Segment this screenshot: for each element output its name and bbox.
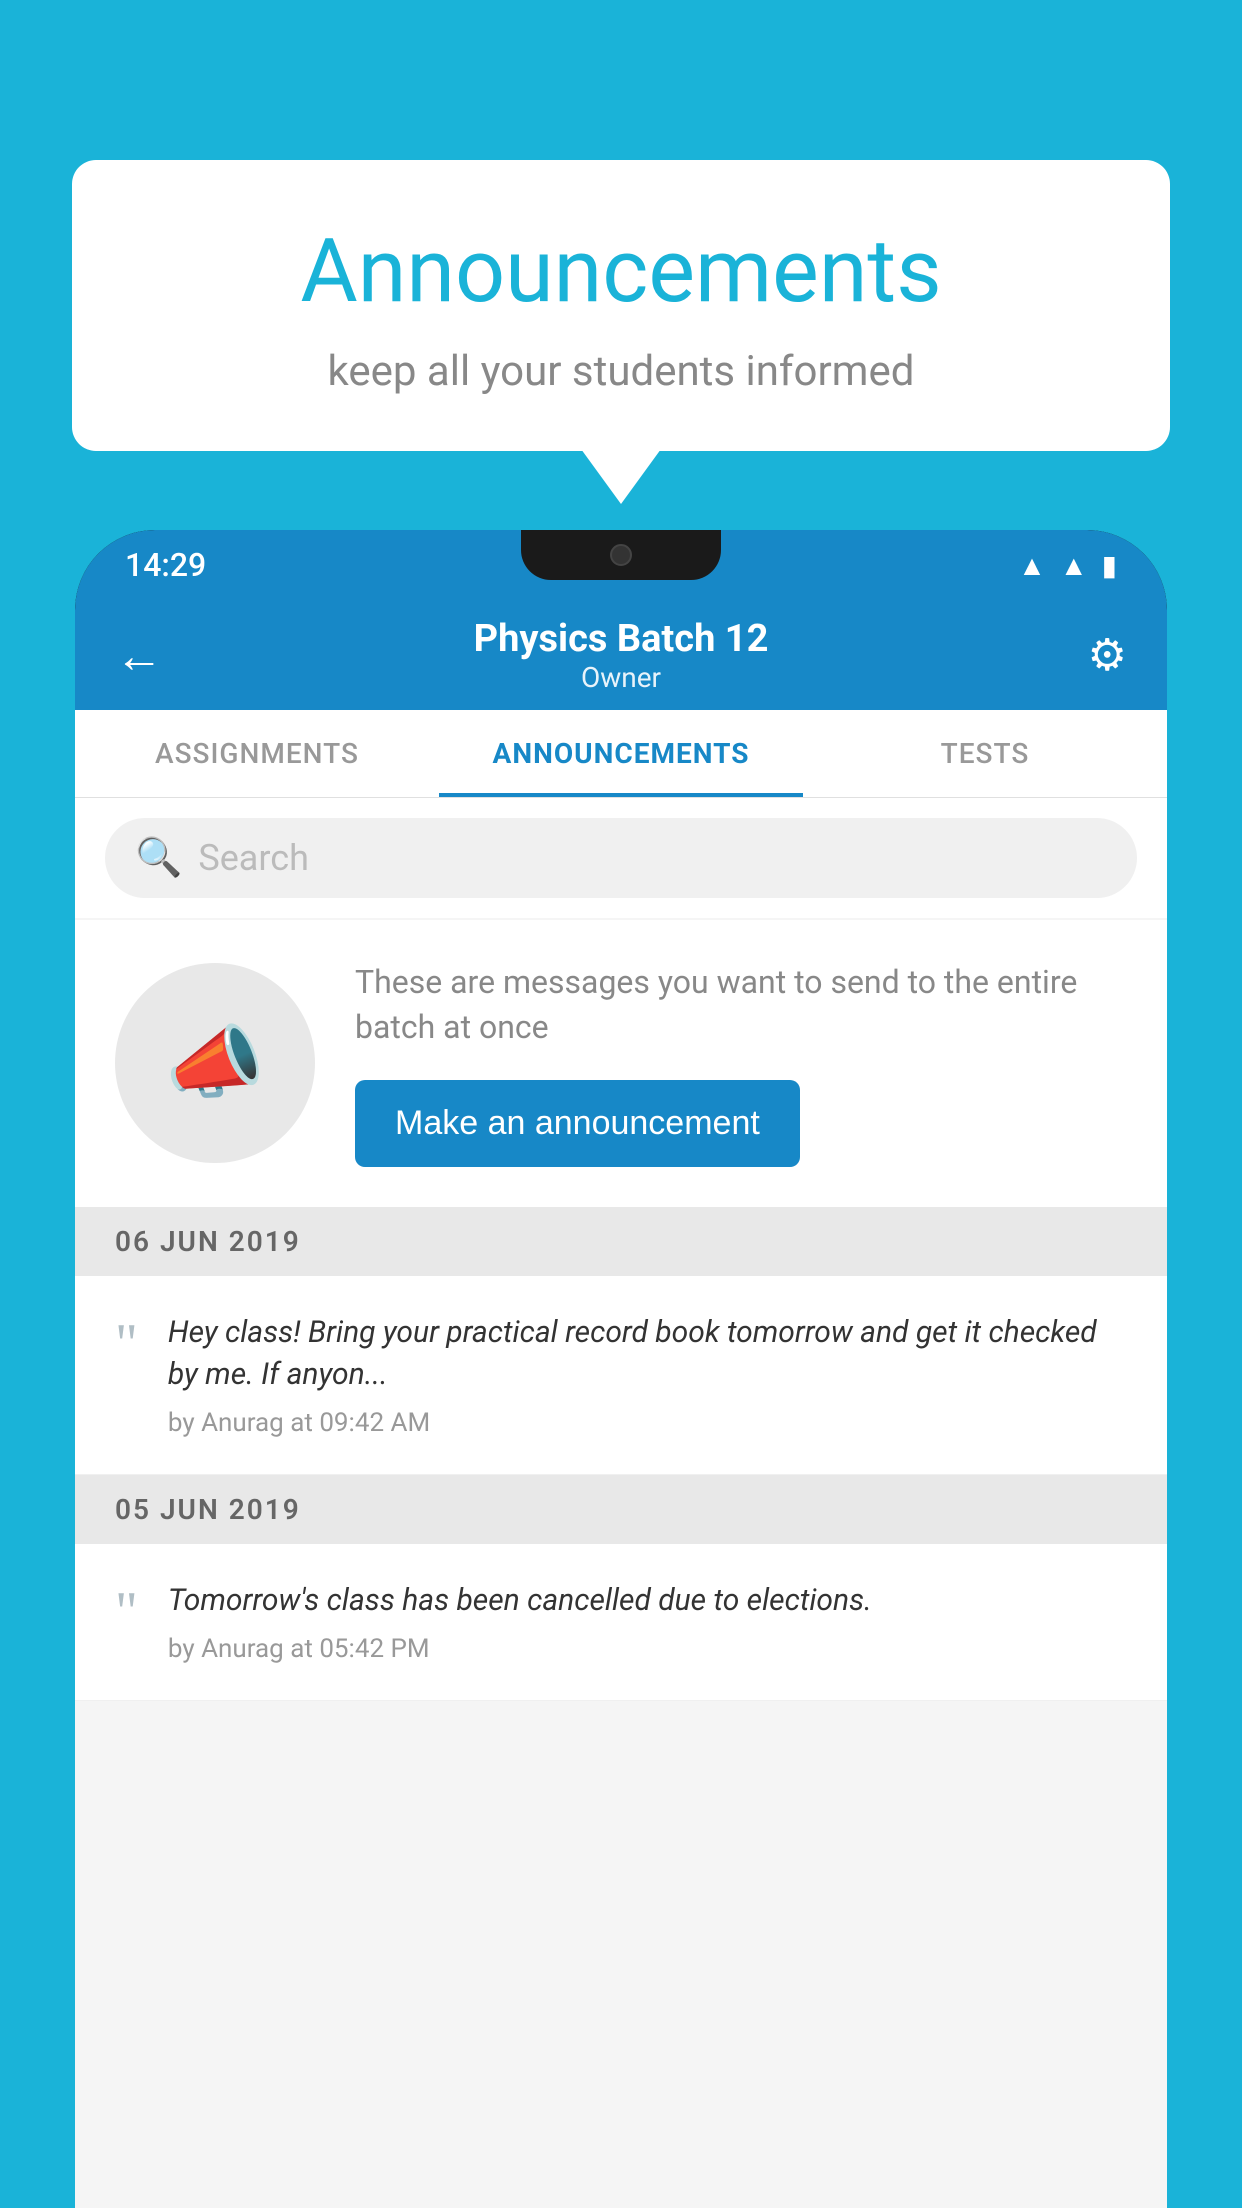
tab-tests[interactable]: TESTS xyxy=(803,710,1167,797)
speech-bubble-section: Announcements keep all your students inf… xyxy=(72,160,1170,504)
tab-assignments[interactable]: ASSIGNMENTS xyxy=(75,710,439,797)
app-bar-title-group: Physics Batch 12 Owner xyxy=(474,617,769,694)
speech-bubble-tail xyxy=(581,449,661,504)
status-icons: ▲ ▲ ▮ xyxy=(1018,549,1117,582)
status-time: 14:29 xyxy=(125,546,206,584)
tabs-bar: ASSIGNMENTS ANNOUNCEMENTS TESTS xyxy=(75,710,1167,798)
announcement-meta-2: by Anurag at 05:42 PM xyxy=(168,1634,1127,1664)
wifi-icon: ▲ xyxy=(1018,549,1046,582)
announcements-subtitle: keep all your students informed xyxy=(152,347,1090,396)
announcement-prompt: 📣 These are messages you want to send to… xyxy=(75,920,1167,1207)
search-placeholder: Search xyxy=(198,837,309,879)
signal-icon: ▲ xyxy=(1060,549,1088,582)
speech-bubble-card: Announcements keep all your students inf… xyxy=(72,160,1170,451)
announcement-prompt-description: These are messages you want to send to t… xyxy=(355,960,1127,1050)
tab-announcements[interactable]: ANNOUNCEMENTS xyxy=(439,710,803,797)
app-content: 🔍 Search 📣 These are messages you want t… xyxy=(75,798,1167,2208)
phone-frame: 14:29 ▲ ▲ ▮ ← Physics Batch 12 Owner ⚙ A… xyxy=(75,530,1167,2208)
back-button[interactable]: ← xyxy=(115,627,163,684)
search-bar[interactable]: 🔍 Search xyxy=(105,818,1137,898)
announcement-text-2: Tomorrow's class has been cancelled due … xyxy=(168,1580,1127,1622)
megaphone-icon: 📣 xyxy=(165,1016,265,1110)
status-bar: 14:29 ▲ ▲ ▮ xyxy=(75,530,1167,600)
app-bar: ← Physics Batch 12 Owner ⚙ xyxy=(75,600,1167,710)
batch-role: Owner xyxy=(474,661,769,694)
front-camera xyxy=(610,544,632,566)
announcement-meta-1: by Anurag at 09:42 AM xyxy=(168,1408,1127,1438)
make-announcement-button[interactable]: Make an announcement xyxy=(355,1080,800,1167)
announcement-content-2: Tomorrow's class has been cancelled due … xyxy=(168,1580,1127,1664)
announcement-item-1[interactable]: " Hey class! Bring your practical record… xyxy=(75,1276,1167,1475)
announcement-icon-circle: 📣 xyxy=(115,963,315,1163)
date-separator-1: 06 JUN 2019 xyxy=(75,1207,1167,1276)
phone-screen: 14:29 ▲ ▲ ▮ ← Physics Batch 12 Owner ⚙ A… xyxy=(75,530,1167,2208)
notch xyxy=(521,530,721,580)
battery-icon: ▮ xyxy=(1102,549,1117,582)
batch-title: Physics Batch 12 xyxy=(474,617,769,661)
announcements-heading: Announcements xyxy=(152,220,1090,323)
search-icon: 🔍 xyxy=(135,836,182,880)
announcement-prompt-right: These are messages you want to send to t… xyxy=(355,960,1127,1167)
announcement-item-2[interactable]: " Tomorrow's class has been cancelled du… xyxy=(75,1544,1167,1701)
quote-icon-2: " xyxy=(115,1584,138,1640)
date-separator-2: 05 JUN 2019 xyxy=(75,1475,1167,1544)
announcement-text-1: Hey class! Bring your practical record b… xyxy=(168,1312,1127,1396)
search-container: 🔍 Search xyxy=(75,798,1167,918)
announcement-content-1: Hey class! Bring your practical record b… xyxy=(168,1312,1127,1438)
quote-icon-1: " xyxy=(115,1316,138,1372)
settings-button[interactable]: ⚙ xyxy=(1088,629,1127,681)
